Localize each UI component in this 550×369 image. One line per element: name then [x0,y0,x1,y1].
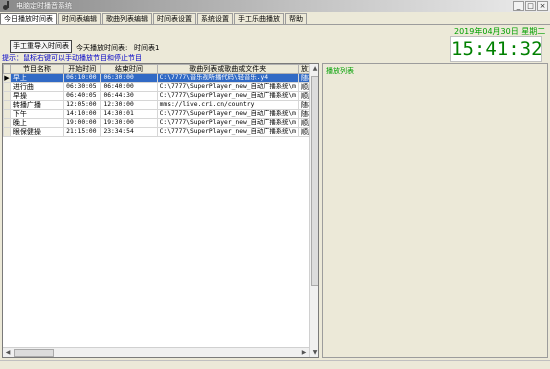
today-schedule-name: 时间表1 [134,44,160,52]
row-end: 12:30:00 [100,100,158,110]
reimport-schedule-button[interactable]: 手工重导入时间表 [10,40,72,53]
table-row[interactable]: 转播广播 12:05:00 12:30:00 mms://live.cri.cn… [3,100,318,110]
row-end: 06:44:30 [100,91,158,101]
tab-system-settings[interactable]: 系统设置 [197,13,233,24]
row-end: 06:40:00 [100,82,158,92]
schedule-table[interactable]: 节目名称 开始时间 结束时间 歌曲列表或歌曲或文件夹 放方 ▶ 早上 06:10… [2,63,319,358]
close-button[interactable]: × [537,1,548,11]
row-name: 早操 [9,91,65,101]
row-pointer-icon: ▶ [3,73,11,83]
row-start: 06:10:00 [63,73,102,83]
row-indicator [3,100,11,110]
column-header-end[interactable]: 结束时间 [100,64,158,74]
today-schedule-label: 今天播放时间表: [76,44,128,52]
row-start: 06:30:05 [63,82,102,92]
row-indicator [3,91,11,101]
row-list: C:\7777\SuperPlayer_new_自动广播系统\m [156,91,299,101]
column-header-start[interactable]: 开始时间 [63,64,102,74]
hint-text: 提示：鼠标右键可以手动播放节目和停止节目 [2,54,142,62]
row-end: 06:30:00 [100,73,158,83]
minimize-button[interactable]: _ [513,1,524,11]
digital-clock: 15:41:32 [450,36,543,62]
playlist-title: 播放列表 [326,67,354,75]
row-name: 进行曲 [9,82,65,92]
row-list: C:\7777\音乐视听播代码\轻音乐.y4 [156,73,299,83]
column-header-name[interactable]: 节目名称 [9,64,65,74]
row-indicator [3,82,11,92]
status-bar [0,360,550,369]
row-end: 23:34:54 [100,127,158,137]
vertical-scroll-thumb[interactable] [311,76,318,286]
row-start: 14:10:00 [63,109,102,119]
horizontal-scrollbar[interactable]: ◀ ▶ [3,347,309,357]
table-header-row: 节目名称 开始时间 结束时间 歌曲列表或歌曲或文件夹 放方 [3,64,318,74]
tab-help[interactable]: 帮助 [285,13,307,24]
title-bar: 电脑定时播音系统 _ □ × [0,0,550,12]
row-indicator [3,127,11,137]
app-music-note-icon [2,1,12,11]
row-start: 06:40:05 [63,91,102,101]
table-row[interactable]: 早操 06:40:05 06:44:30 C:\7777\SuperPlayer… [3,91,318,101]
row-list: C:\7777\SuperPlayer_new_自动广播系统\m [156,82,299,92]
row-name: 转播广播 [9,100,65,110]
maximize-button[interactable]: □ [525,1,536,11]
row-name: 晚上 [9,118,65,128]
tab-manual-playback[interactable]: 手工乐曲播放 [234,13,284,24]
row-start: 12:05:00 [63,100,102,110]
window-controls: _ □ × [513,1,548,11]
table-row[interactable]: 晚上 19:00:00 19:30:00 C:\7777\SuperPlayer… [3,118,318,128]
row-list: C:\7777\SuperPlayer_new_自动广播系统\m [156,118,299,128]
row-indicator-header [3,64,11,74]
scroll-up-arrow-icon[interactable]: ▲ [311,64,318,74]
table-row[interactable]: ▶ 早上 06:10:00 06:30:00 C:\7777\音乐视听播代码\轻… [3,73,318,83]
table-row[interactable]: 进行曲 06:30:05 06:40:00 C:\7777\SuperPlaye… [3,82,318,92]
vertical-scrollbar[interactable]: ▲ ▼ [309,64,318,357]
row-indicator [3,118,11,128]
tab-schedule-settings[interactable]: 时间表设置 [153,13,196,24]
scroll-left-arrow-icon[interactable]: ◀ [3,348,13,357]
row-start: 19:00:00 [63,118,102,128]
row-end: 19:30:00 [100,118,158,128]
table-row[interactable]: 下午 14:10:00 14:30:01 C:\7777\SuperPlayer… [3,109,318,119]
row-start: 21:15:00 [63,127,102,137]
table-row[interactable]: 眼保健操 21:15:00 23:34:54 C:\7777\SuperPlay… [3,127,318,137]
row-list: C:\7777\SuperPlayer_new_自动广播系统\m [156,109,299,119]
column-header-list[interactable]: 歌曲列表或歌曲或文件夹 [156,64,299,74]
window-title: 电脑定时播音系统 [16,2,72,10]
row-name: 下午 [9,109,65,119]
tab-schedule-edit[interactable]: 时间表编辑 [58,13,101,24]
row-list: C:\7777\SuperPlayer_new_自动广播系统\m [156,127,299,137]
scroll-down-arrow-icon[interactable]: ▼ [311,348,318,357]
row-indicator [3,109,11,119]
scroll-right-arrow-icon[interactable]: ▶ [299,348,309,357]
tab-song-list-edit[interactable]: 歌曲列表编辑 [102,13,152,24]
row-name: 早上 [9,73,65,83]
row-end: 14:30:01 [100,109,158,119]
tab-divider [0,24,550,25]
horizontal-scroll-thumb[interactable] [14,349,54,357]
row-list: mms://live.cri.cn/country [156,100,299,110]
row-name: 眼保健操 [9,127,65,137]
playlist-panel[interactable]: 播放列表 [322,63,548,358]
